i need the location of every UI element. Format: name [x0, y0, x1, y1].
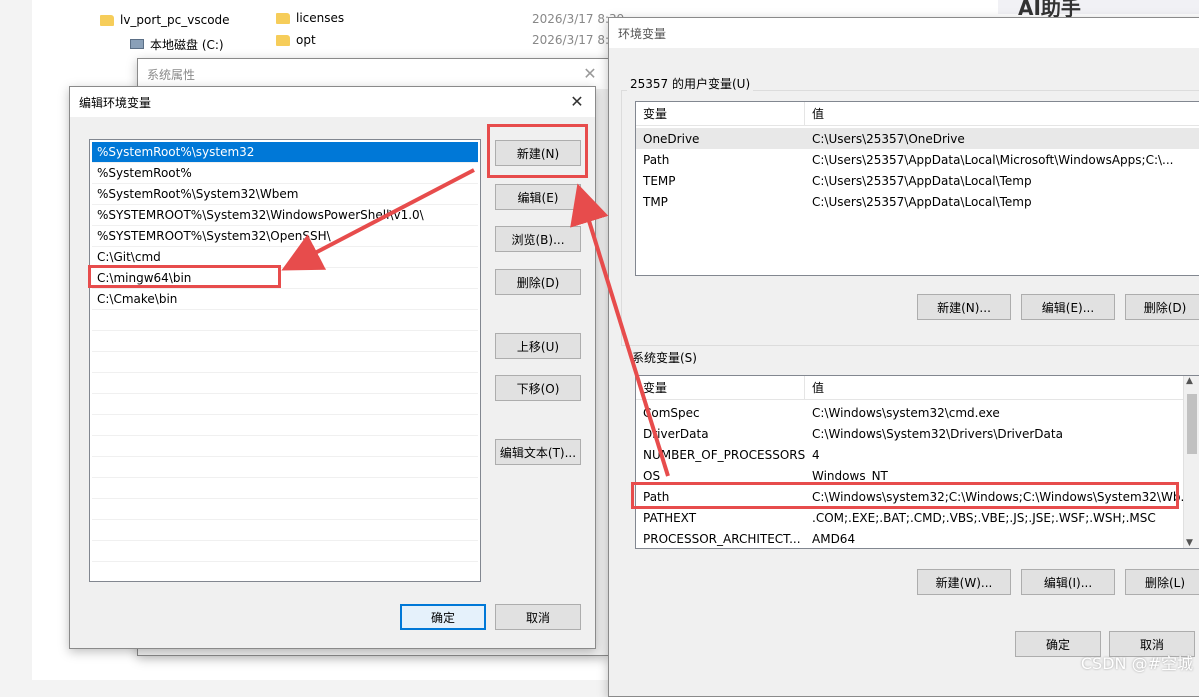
watermark: CSDN @#空城	[1080, 654, 1193, 673]
arrow-to-edit	[570, 183, 670, 477]
arrow-to-entry	[281, 168, 475, 271]
annotation-arrows	[281, 168, 670, 477]
